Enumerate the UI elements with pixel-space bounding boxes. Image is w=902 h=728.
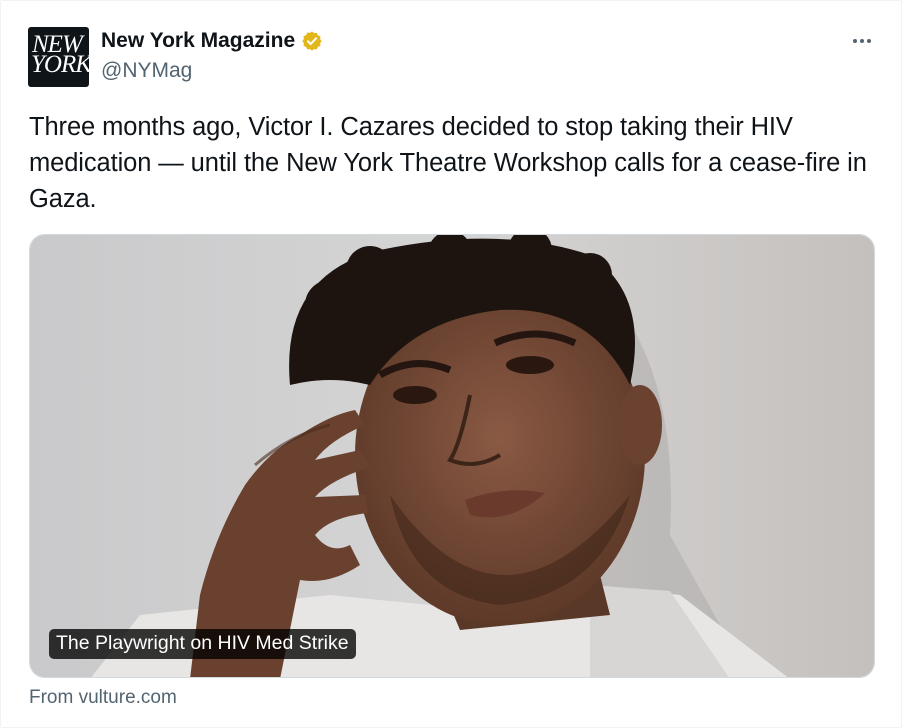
- verified-badge-icon: [301, 30, 323, 52]
- card-title-overlay[interactable]: The Playwright on HIV Med Strike: [49, 629, 356, 659]
- portrait-photo: [30, 235, 874, 677]
- dot: [867, 39, 871, 43]
- tweet-card[interactable]: NEW YORK New York Magazine @NYMag Three …: [0, 0, 902, 728]
- name-row: New York Magazine: [101, 29, 323, 53]
- tweet-text: Three months ago, Victor I. Cazares deci…: [29, 113, 867, 213]
- dot: [860, 39, 864, 43]
- account-avatar[interactable]: NEW YORK: [28, 27, 89, 87]
- link-card-media[interactable]: The Playwright on HIV Med Strike: [29, 234, 875, 678]
- account-name[interactable]: New York Magazine: [101, 29, 295, 53]
- card-source-link[interactable]: From vulture.com: [29, 687, 177, 709]
- logo-line2: YORK: [31, 51, 89, 78]
- more-options-icon[interactable]: [849, 31, 875, 51]
- dot: [853, 39, 857, 43]
- account-handle[interactable]: @NYMag: [101, 59, 192, 83]
